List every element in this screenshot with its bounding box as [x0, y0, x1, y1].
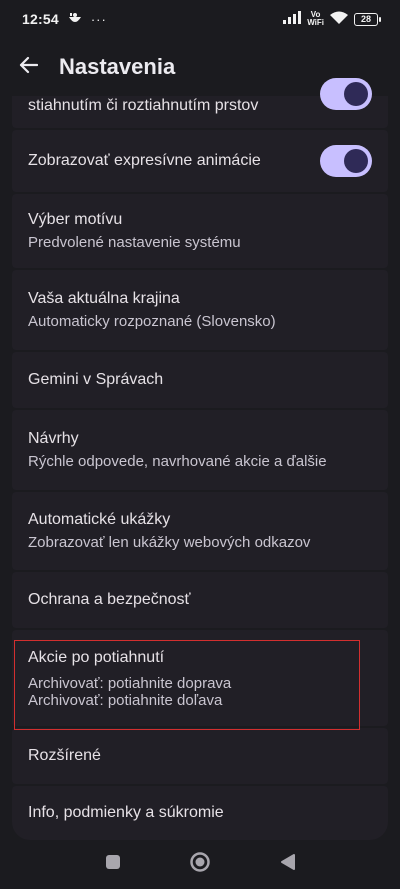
status-bar: 12:54 ··· Vo WiFi 28 — [0, 0, 400, 38]
navigation-bar — [0, 840, 400, 889]
setting-title: Gemini v Správach — [28, 371, 164, 388]
setting-title: Automatické ukážky — [28, 511, 171, 528]
setting-subtitle: Archivovať: potiahnite doprava — [28, 675, 232, 692]
setting-suggestions[interactable]: Návrhy Rýchle odpovede, navrhované akcie… — [12, 410, 388, 490]
status-time: 12:54 — [22, 11, 59, 27]
toggle-thumb — [344, 82, 368, 106]
circle-icon — [189, 851, 211, 878]
arrow-left-icon — [18, 56, 39, 79]
setting-advanced[interactable]: Rozšírené — [12, 728, 388, 784]
recents-button[interactable] — [101, 852, 125, 876]
square-icon — [105, 854, 121, 875]
setting-country[interactable]: Vaša aktuálna krajina Automaticky rozpoz… — [12, 270, 388, 350]
battery-icon: 28 — [354, 12, 381, 26]
page-title: Nastavenia — [59, 54, 176, 79]
wifi-icon — [330, 11, 348, 28]
vowifi-bottom: WiFi — [307, 18, 324, 27]
setting-title: Rozšírené — [28, 747, 101, 764]
setting-title: Ochrana a bezpečnosť — [28, 591, 191, 608]
back-nav-button[interactable] — [276, 852, 300, 876]
expressive-animations-toggle[interactable] — [320, 145, 372, 177]
setting-subtitle: Rýchle odpovede, navrhované akcie a ďalš… — [28, 453, 327, 470]
setting-title: Návrhy — [28, 430, 79, 447]
setting-previews[interactable]: Automatické ukážky Zobrazovať len ukážky… — [12, 492, 388, 570]
setting-title: Vaša aktuálna krajina — [28, 290, 180, 307]
notification-app-icon — [67, 11, 83, 28]
setting-subtitle-2: Archivovať: potiahnite doľava — [28, 692, 223, 709]
status-more-icon: ··· — [90, 11, 107, 27]
status-right: Vo WiFi 28 — [283, 11, 381, 28]
setting-title: stiahnutím či roztiahnutím prstov — [28, 97, 259, 114]
signal-icon — [283, 11, 302, 27]
setting-pinch-zoom[interactable]: stiahnutím či roztiahnutím prstov — [12, 78, 388, 128]
home-button[interactable] — [188, 851, 212, 878]
setting-info[interactable]: Info, podmienky a súkromie — [12, 786, 388, 840]
setting-subtitle: Zobrazovať len ukážky webových odkazov — [28, 534, 311, 551]
vowifi-icon: Vo WiFi — [307, 11, 324, 27]
setting-subtitle: Automaticky rozpoznané (Slovensko) — [28, 313, 276, 330]
toggle-thumb — [344, 149, 368, 173]
setting-title: Výber motívu — [28, 211, 123, 228]
screen: 12:54 ··· Vo WiFi 28 Nastavenia stiahnut… — [0, 0, 400, 889]
setting-title: Info, podmienky a súkromie — [28, 804, 224, 821]
back-button[interactable] — [0, 38, 56, 96]
setting-gemini[interactable]: Gemini v Správach — [12, 352, 388, 408]
setting-protection[interactable]: Ochrana a bezpečnosť — [12, 572, 388, 628]
setting-title: Akcie po potiahnutí — [28, 649, 165, 666]
status-left: 12:54 ··· — [22, 11, 107, 28]
setting-swipe-actions[interactable]: Akcie po potiahnutí Archivovať: potiahni… — [12, 630, 388, 726]
setting-expressive-animations[interactable]: Zobrazovať expresívne animácie — [12, 130, 388, 192]
triangle-icon — [280, 853, 296, 876]
setting-theme[interactable]: Výber motívu Predvolené nastavenie systé… — [12, 194, 388, 268]
pinch-zoom-toggle[interactable] — [320, 78, 372, 110]
setting-subtitle: Predvolené nastavenie systému — [28, 234, 241, 251]
